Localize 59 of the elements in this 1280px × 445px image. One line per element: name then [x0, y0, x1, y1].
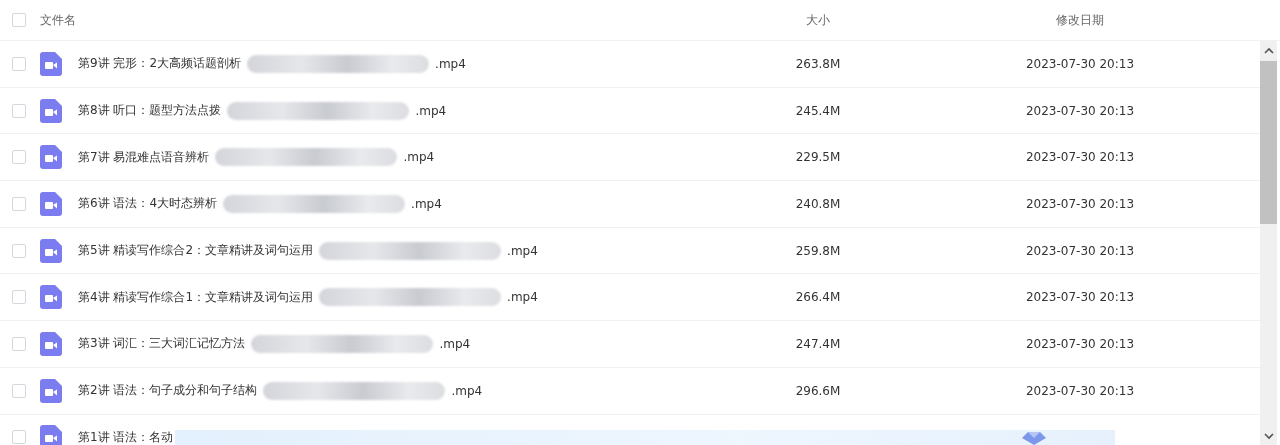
- file-name[interactable]: 第6讲 语法：4大时态辨析: [78, 195, 218, 213]
- file-extension[interactable]: .mp4: [415, 103, 447, 118]
- column-header[interactable]: 修改日期: [1056, 12, 1104, 27]
- file-name[interactable]: 第4讲 精读写作综合1：文章精讲及词句运用: [78, 288, 314, 306]
- checkbox[interactable]: [12, 430, 26, 445]
- file-extension[interactable]: .mp4: [451, 383, 483, 398]
- modified-date: 2023-07-30 20:13: [1024, 150, 1136, 165]
- file-name[interactable]: 第7讲 易混难点语音辨析: [78, 148, 210, 166]
- checkbox[interactable]: [12, 56, 26, 71]
- modified-date: 2023-07-30 20:13: [1024, 56, 1136, 71]
- video-file-icon: [40, 285, 62, 310]
- file-name[interactable]: 第3讲 词汇：三大词汇记忆方法: [78, 335, 246, 353]
- file-extension[interactable]: .mp4: [439, 336, 471, 351]
- file-extension[interactable]: .mp4: [403, 150, 435, 165]
- modified-date: 2023-07-30 20:13: [1024, 290, 1136, 305]
- modified-date: 2023-07-30 20:13: [1024, 243, 1136, 258]
- file-size: 263.8M: [794, 56, 842, 71]
- file-extension[interactable]: .mp4: [435, 56, 466, 71]
- scrollbar[interactable]: [1260, 41, 1277, 445]
- file-size: 247.4M: [794, 336, 842, 351]
- file-size: 229.5M: [794, 150, 842, 165]
- video-file-icon: [40, 378, 62, 403]
- video-file-icon: [40, 238, 62, 263]
- checkbox[interactable]: [12, 290, 26, 305]
- file-name[interactable]: 第8讲 听口：题型方法点拨: [78, 102, 222, 120]
- file-extension[interactable]: .mp4: [507, 243, 538, 258]
- checkbox[interactable]: [12, 383, 26, 398]
- checkbox[interactable]: [12, 243, 26, 258]
- file-size: 266.4M: [794, 290, 842, 305]
- select-all-checkbox[interactable]: [12, 13, 26, 27]
- scroll-down-icon[interactable]: [1263, 431, 1274, 441]
- file-name[interactable]: 第9讲 完形：2大高频话题剖析: [78, 55, 242, 73]
- video-file-icon: [40, 51, 62, 76]
- file-name[interactable]: 第5讲 精读写作综合2：文章精讲及词句运用: [78, 242, 314, 260]
- checkbox[interactable]: [12, 336, 26, 351]
- video-file-icon: [40, 331, 62, 356]
- checkbox[interactable]: [12, 103, 26, 118]
- modified-date: 2023-07-30 20:13: [1024, 336, 1136, 351]
- file-size: 240.8M: [794, 196, 842, 211]
- column-header[interactable]: 大小: [806, 12, 830, 27]
- video-file-icon: [40, 191, 62, 216]
- file-extension[interactable]: .mp4: [507, 290, 538, 305]
- video-file-icon: [40, 425, 62, 445]
- file-size: 296.6M: [794, 383, 842, 398]
- video-file-icon: [40, 98, 62, 123]
- checkbox[interactable]: [12, 196, 26, 211]
- scroll-up-icon[interactable]: [1263, 46, 1274, 56]
- modified-date: 2023-07-30 20:13: [1024, 383, 1136, 398]
- modified-date: 2023-07-30 20:13: [1024, 196, 1136, 211]
- banner[interactable]: [175, 430, 1115, 445]
- file-name[interactable]: 第2讲 语法：句子成分和句子结构: [78, 382, 258, 400]
- file-size: 259.8M: [794, 243, 842, 258]
- file-name[interactable]: 第1讲 语法：名动: [78, 428, 174, 445]
- modified-date: 2023-07-30 20:13: [1024, 103, 1136, 118]
- file-size: 245.4M: [794, 103, 842, 118]
- video-file-icon: [40, 145, 62, 170]
- column-header[interactable]: 文件名: [40, 12, 76, 27]
- checkbox[interactable]: [12, 150, 26, 165]
- file-extension[interactable]: .mp4: [411, 196, 442, 211]
